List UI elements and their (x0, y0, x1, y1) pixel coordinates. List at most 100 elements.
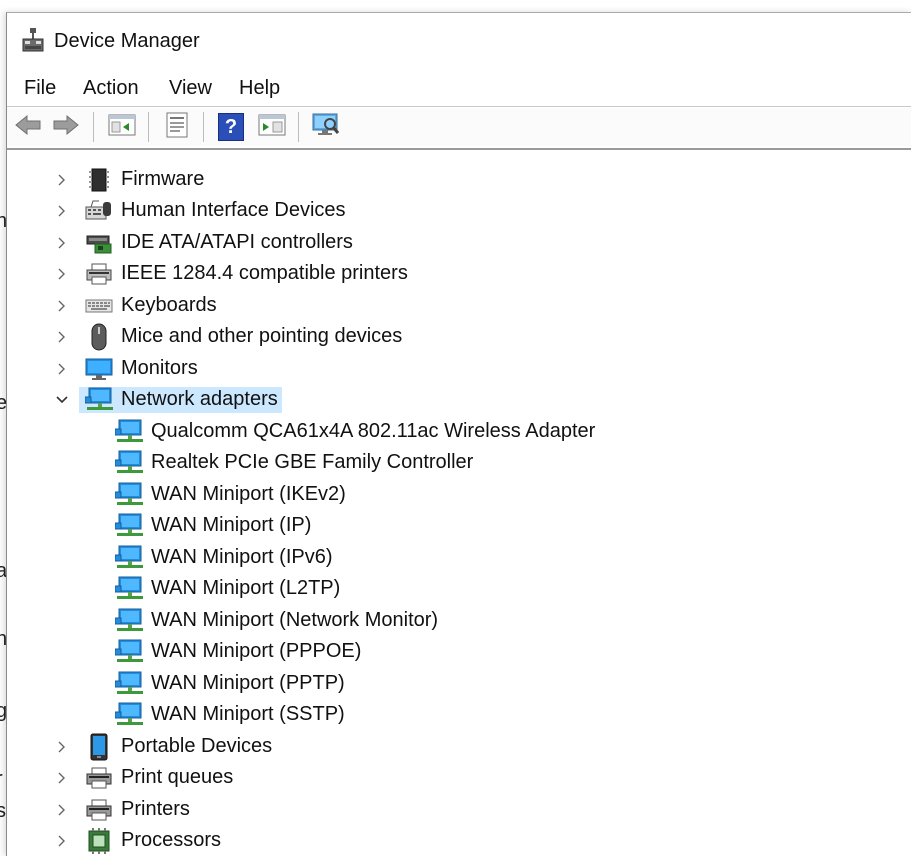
tree-category-label: Keyboards (121, 293, 217, 316)
menu-view[interactable]: View (169, 77, 212, 100)
back-arrow-icon (14, 114, 42, 141)
tree-category-label: Mice and other pointing devices (121, 324, 403, 347)
network-adapter-item[interactable]: WAN Miniport (SSTP) (115, 700, 349, 731)
network-adapter-label: Qualcomm QCA61x4A 802.11ac Wireless Adap… (151, 419, 596, 442)
network-adapter-item[interactable]: WAN Miniport (PPTP) (115, 668, 349, 699)
toolbar: ? (7, 108, 911, 146)
menu-action[interactable]: Action (83, 77, 139, 100)
network-adapter-icon (115, 702, 143, 728)
action-pane-button[interactable] (257, 112, 287, 142)
console-tree-icon (108, 113, 136, 142)
printer-icon (85, 797, 113, 823)
chevron-right-icon[interactable] (55, 173, 69, 187)
tree-category-firmware[interactable]: Firmware (55, 164, 208, 195)
network-adapter-icon (115, 608, 143, 634)
network-adapter-icon (115, 639, 143, 665)
tree-category-label: Firmware (121, 167, 205, 190)
chevron-right-icon[interactable] (55, 204, 69, 218)
toolbar-separator (298, 112, 299, 142)
tree-category-processors[interactable]: Processors (55, 825, 225, 856)
tree-category-label: IDE ATA/ATAPI controllers (121, 230, 353, 253)
chevron-right-icon[interactable] (55, 803, 69, 817)
firmware-icon (85, 167, 113, 193)
chevron-right-icon[interactable] (55, 771, 69, 785)
tree-category-label: Human Interface Devices (121, 198, 346, 221)
tree-category-label: IEEE 1284.4 compatible printers (121, 261, 408, 284)
tree-category-label: Print queues (121, 765, 234, 788)
tree-category-network-adapters[interactable]: Network adapters (55, 384, 282, 415)
network-adapter-item[interactable]: WAN Miniport (Network Monitor) (115, 605, 442, 636)
background-text: r (0, 768, 3, 791)
chevron-down-icon[interactable] (55, 393, 69, 407)
chevron-right-icon[interactable] (55, 267, 69, 281)
scan-hardware-icon (311, 112, 341, 143)
forward-button[interactable] (51, 112, 81, 142)
tree-category-monitors[interactable]: Monitors (55, 353, 202, 384)
properties-button[interactable] (162, 112, 192, 142)
tree-category-human-interface-devices[interactable]: Human Interface Devices (55, 195, 350, 226)
back-button[interactable] (13, 112, 43, 142)
network-adapter-label: Realtek PCIe GBE Family Controller (151, 451, 474, 473)
tree-category-portable-devices[interactable]: Portable Devices (55, 731, 276, 762)
selected-highlight: Network adapters (79, 386, 282, 413)
network-adapter-label: WAN Miniport (L2TP) (151, 577, 341, 599)
tree-category-label: Processors (121, 828, 222, 851)
chevron-right-icon[interactable] (55, 362, 69, 376)
chevron-right-icon[interactable] (55, 236, 69, 250)
tree-category-mice[interactable]: Mice and other pointing devices (55, 321, 406, 352)
help-icon: ? (218, 113, 244, 141)
network-adapter-item[interactable]: WAN Miniport (PPPOE) (115, 637, 365, 668)
network-adapter-icon (115, 513, 143, 539)
forward-arrow-icon (52, 114, 80, 141)
monitor-icon (85, 356, 113, 382)
show-hide-console-tree-button[interactable] (107, 112, 137, 142)
tree-category-printers[interactable]: Printers (55, 794, 194, 825)
device-manager-icon (21, 27, 45, 53)
title-bar[interactable]: Device Manager (7, 13, 911, 69)
network-adapter-icon (115, 419, 143, 445)
tree-category-label: Printers (121, 797, 190, 820)
window-title: Device Manager (54, 30, 200, 52)
tree-category-ide-controllers[interactable]: IDE ATA/ATAPI controllers (55, 227, 357, 258)
scan-hardware-button[interactable] (311, 112, 341, 142)
toolbar-separator (93, 112, 94, 142)
tree-category-keyboards[interactable]: Keyboards (55, 290, 221, 321)
chevron-right-icon[interactable] (55, 740, 69, 754)
network-adapter-label: WAN Miniport (PPPOE) (151, 640, 362, 662)
network-adapter-item[interactable]: WAN Miniport (IKEv2) (115, 479, 350, 510)
menu-bar: File Action View Help (7, 75, 911, 105)
network-adapter-icon (115, 482, 143, 508)
chevron-right-icon[interactable] (55, 834, 69, 848)
network-adapter-label: WAN Miniport (Network Monitor) (151, 608, 439, 631)
network-adapter-label: WAN Miniport (IPv6) (151, 545, 333, 568)
network-adapter-item[interactable]: Qualcomm QCA61x4A 802.11ac Wireless Adap… (115, 416, 599, 447)
network-adapter-icon (115, 450, 143, 476)
network-adapter-item[interactable]: Realtek PCIe GBE Family Controller (115, 448, 477, 479)
network-adapter-item[interactable]: WAN Miniport (IPv6) (115, 542, 337, 573)
network-adapter-icon (85, 387, 113, 413)
network-adapter-icon (115, 576, 143, 602)
chevron-right-icon[interactable] (55, 330, 69, 344)
keyboard-icon (85, 293, 113, 319)
network-adapter-icon (115, 671, 143, 697)
menu-help[interactable]: Help (239, 77, 280, 100)
tree-category-print-queues[interactable]: Print queues (55, 762, 237, 793)
help-button[interactable]: ? (216, 112, 246, 142)
action-pane-icon (258, 113, 286, 142)
network-adapter-icon (115, 545, 143, 571)
device-manager-window: Device Manager File Action View Help ? F… (6, 12, 911, 856)
device-tree: Firmware Human Interface Devices IDE ATA… (7, 150, 911, 856)
portable-device-icon (85, 733, 113, 760)
tree-category-label: Network adapters (121, 387, 278, 410)
menu-file[interactable]: File (24, 77, 56, 100)
printer-icon (85, 261, 113, 287)
menu-separator (7, 106, 911, 107)
print-queue-icon (85, 765, 113, 791)
chevron-right-icon[interactable] (55, 299, 69, 313)
network-adapter-label: WAN Miniport (PPTP) (151, 671, 345, 694)
network-adapter-item[interactable]: WAN Miniport (IP) (115, 511, 315, 542)
network-adapter-label: WAN Miniport (SSTP) (151, 703, 345, 725)
network-adapter-label: WAN Miniport (IP) (151, 514, 312, 536)
tree-category-ieee-printers[interactable]: IEEE 1284.4 compatible printers (55, 258, 412, 289)
network-adapter-item[interactable]: WAN Miniport (L2TP) (115, 574, 344, 605)
